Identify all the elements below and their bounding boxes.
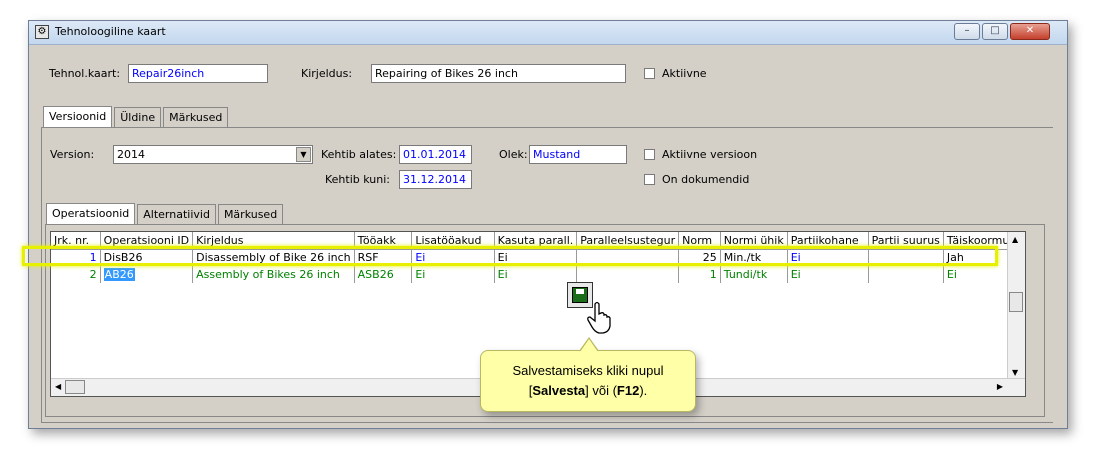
minimize-button[interactable]: – — [954, 23, 980, 40]
tab-operatsioonid[interactable]: Operatsioonid — [46, 203, 136, 225]
save-hint-tooltip: Salvestamiseks kliki nupul [Salvesta] võ… — [480, 337, 696, 412]
cell[interactable] — [576, 266, 680, 283]
kehtib-kuni-field[interactable]: 31.12.2014 — [399, 170, 472, 189]
cell[interactable]: 2 — [51, 266, 101, 283]
cell[interactable] — [868, 266, 944, 283]
window-title: Tehnoloogiline kaart — [55, 25, 166, 38]
tooltip-line2: [Salvesta] või (F12). — [481, 381, 695, 401]
tab-uldine[interactable]: Üldine — [114, 107, 162, 127]
aktiivne-checkbox[interactable] — [644, 68, 655, 79]
row-highlight — [22, 246, 998, 266]
close-button[interactable]: ✕ — [1010, 23, 1050, 40]
kehtib-alates-field[interactable]: 01.01.2014 — [399, 145, 472, 164]
cell[interactable]: ASB26 — [354, 266, 413, 283]
cell[interactable]: Ei — [411, 266, 495, 283]
tab-alternatiivid[interactable]: Alternatiivid — [137, 204, 216, 224]
olek-label: Olek: — [499, 148, 528, 161]
aktiivne-label: Aktiivne — [662, 67, 707, 80]
tooltip-close: ). — [639, 383, 648, 398]
on-dokumendid-checkbox[interactable] — [644, 174, 655, 185]
version-label: Version: — [50, 148, 95, 161]
scroll-right-icon[interactable]: ▶ — [997, 382, 1003, 391]
cell[interactable]: Ei — [494, 266, 578, 283]
tab-markused[interactable]: Märkused — [163, 107, 229, 127]
on-dokumendid-label: On dokumendid — [662, 173, 750, 186]
cell[interactable]: 1 — [678, 266, 721, 283]
cell[interactable]: Assembly of Bikes 26 inch — [192, 266, 355, 283]
hand-cursor-icon — [587, 301, 611, 334]
tooltip-salvesta: Salvesta — [532, 383, 586, 398]
kirjeldus-label: Kirjeldus: — [301, 67, 353, 80]
table-row[interactable]: 2 AB26 Assembly of Bikes 26 inch ASB26 E… — [51, 266, 1025, 283]
aktiivne-versioon-label: Aktiivne versioon — [662, 148, 758, 161]
scroll-left-icon[interactable]: ◀ — [55, 382, 61, 391]
version-value: 2014 — [117, 148, 145, 161]
cell[interactable]: Ei — [787, 266, 869, 283]
tab-versioonid[interactable]: Versioonid — [43, 106, 113, 128]
title-bar[interactable]: ⚙ Tehnoloogiline kaart – □ ✕ — [29, 21, 1067, 45]
top-tabs: Versioonid Üldine Märkused — [43, 106, 230, 129]
maximize-button[interactable]: □ — [982, 23, 1008, 40]
tooltip-f12: F12 — [616, 383, 640, 398]
scroll-up-icon[interactable]: ▲ — [1012, 235, 1018, 244]
vertical-scrollbar[interactable]: ▲ ▼ — [1007, 232, 1025, 379]
tooltip-line1: Salvestamiseks kliki nupul — [512, 363, 664, 378]
vertical-scroll-thumb[interactable] — [1009, 292, 1023, 312]
app-icon: ⚙ — [35, 25, 49, 39]
scroll-down-icon[interactable]: ▼ — [1012, 368, 1018, 377]
horizontal-scroll-thumb[interactable] — [65, 380, 85, 394]
cell[interactable]: Tundi/tk — [720, 266, 788, 283]
selected-id[interactable]: AB26 — [103, 268, 135, 281]
tab-markused-inner[interactable]: Märkused — [217, 204, 284, 224]
tehnol-label: Tehnol.kaart: — [49, 67, 121, 80]
cell[interactable]: AB26 — [100, 266, 194, 283]
chevron-down-icon[interactable]: ▼ — [296, 147, 311, 162]
tooltip-mid: ] või ( — [585, 383, 617, 398]
tehnol-field[interactable]: Repair26inch — [128, 64, 268, 83]
kirjeldus-field[interactable]: Repairing of Bikes 26 inch — [371, 64, 626, 83]
aktiivne-versioon-checkbox[interactable] — [644, 149, 655, 160]
olek-field[interactable]: Mustand — [529, 145, 627, 164]
version-dropdown[interactable]: 2014 ▼ — [113, 145, 313, 164]
kehtib-alates-label: Kehtib alates: — [321, 148, 397, 161]
inner-tabs: Operatsioonid Alternatiivid Märkused — [46, 203, 285, 226]
kehtib-kuni-label: Kehtib kuni: — [325, 173, 390, 186]
